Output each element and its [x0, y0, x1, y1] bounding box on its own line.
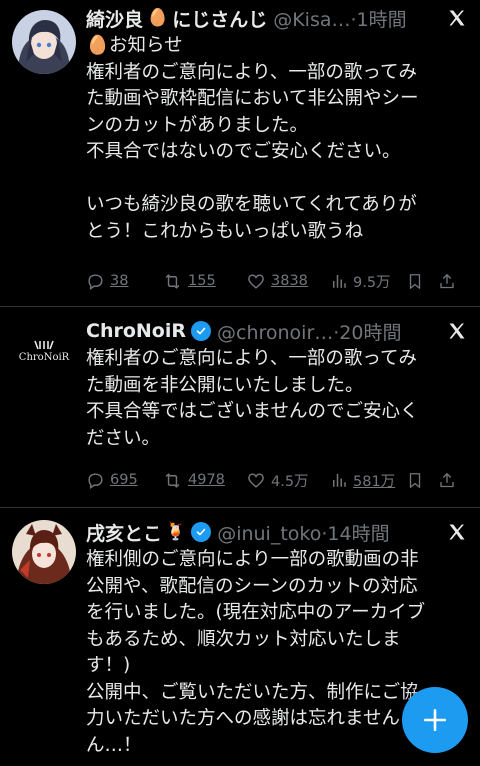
- bookmark-button[interactable]: [406, 471, 438, 490]
- share-button[interactable]: [438, 471, 466, 490]
- tweet-text: 🥚お知らせ 権利者のご意向により、一部の歌ってみ た動画や歌枠配信において非公開…: [86, 33, 472, 245]
- avatar-inui-toko-image: [12, 520, 76, 584]
- avatar-chronoir[interactable]: ChroNoiR: [12, 319, 76, 383]
- x-logo-icon[interactable]: [442, 2, 472, 34]
- like-button[interactable]: 3838: [246, 272, 330, 291]
- x-logo-icon[interactable]: [442, 315, 472, 347]
- tweet-line: を行いました。(現在対応中のアーカイブ: [86, 602, 426, 623]
- views-count: 9.5万: [353, 274, 391, 291]
- share-icon: [440, 472, 454, 487]
- heart-icon: [248, 273, 264, 289]
- tweet-line: た動画を非公開にいたしました。: [86, 374, 364, 396]
- tweet-line: もあるため、順次カット対応いたしま: [86, 628, 401, 650]
- views-button[interactable]: 9.5万: [330, 271, 406, 292]
- avatar-inui-toko[interactable]: [12, 520, 76, 584]
- tweet-line: 不具合等ではございませんのでご安心く: [86, 401, 419, 422]
- tweet-line: 権利者のご意向により、一部の歌ってみ: [86, 61, 417, 83]
- compose-button[interactable]: [402, 687, 468, 753]
- like-count: 3838: [271, 273, 308, 289]
- tweet-chronoir[interactable]: ChroNoiR ChroNoiR @chronoir…·20時間 権利者のご意…: [0, 307, 480, 507]
- retweet-button[interactable]: 4978: [162, 471, 246, 490]
- x-logo-icon[interactable]: [442, 516, 472, 548]
- reply-icon: [88, 273, 103, 290]
- display-name[interactable]: ChroNoiR: [86, 320, 186, 342]
- tweet-text: 権利者のご意向により、一部の歌ってみ た動画を非公開にいたしました。 不具合等で…: [86, 346, 472, 452]
- reply-button[interactable]: 695: [86, 471, 162, 490]
- tweet-line: 🥚お知らせ: [86, 35, 183, 56]
- retweet-count: 155: [188, 273, 216, 289]
- retweet-button[interactable]: 155: [162, 272, 246, 291]
- views-chart-icon: [333, 275, 346, 288]
- tweet-line: す！): [86, 655, 131, 676]
- heart-icon: [248, 472, 264, 488]
- like-button[interactable]: 4.5万: [246, 470, 330, 491]
- egg-emoji: 🥚: [147, 8, 169, 28]
- reply-count: 38: [110, 273, 129, 289]
- retweet-count: 4978: [188, 472, 225, 488]
- tweet-line: た動画や歌枠配信において非公開やシー: [86, 88, 419, 109]
- action-bar: 38 155 3838 9.5万: [86, 266, 472, 296]
- retweet-icon: [165, 273, 180, 289]
- views-count: 581万: [353, 473, 396, 490]
- bookmark-icon: [409, 273, 421, 289]
- plus-icon: [423, 708, 447, 732]
- reply-icon: [88, 472, 103, 489]
- tweet-line: いつも綺沙良の歌を聴いてくれてありが: [86, 194, 417, 215]
- verified-badge-icon: [191, 522, 212, 542]
- handle-time[interactable]: @inui_toko·14時間: [217, 519, 389, 546]
- retweet-icon: [165, 472, 180, 488]
- reply-button[interactable]: 38: [86, 272, 162, 291]
- tweet-kisara[interactable]: 綺沙良 🥚 にじさんじ @Kisa…·1時間 🥚お知らせ 権利者のご意向により、…: [0, 0, 480, 306]
- tweet-line: とう！これからもいっぱい歌うね: [86, 220, 364, 242]
- avatar-kisara-image: [12, 10, 76, 74]
- avatar-text: ChroNoiR: [18, 351, 70, 363]
- views-button[interactable]: 581万: [330, 470, 406, 491]
- display-name[interactable]: 戌亥とこ: [86, 519, 162, 546]
- handle-time[interactable]: @Kisa…·1時間: [273, 5, 406, 32]
- cocktail-emoji: 🍹: [165, 522, 187, 542]
- tweet-line: 権利者のご意向により、一部の歌ってみ: [86, 348, 417, 369]
- bookmark-button[interactable]: [406, 272, 438, 291]
- like-count: 4.5万: [271, 473, 309, 490]
- share-icon: [440, 273, 454, 288]
- tweet-line-empty: [86, 166, 472, 193]
- chronoir-logo-icon: [34, 340, 54, 349]
- tweet-line: ださい。: [86, 427, 161, 449]
- display-name[interactable]: 綺沙良: [86, 5, 143, 32]
- display-name-suffix[interactable]: にじさんじ: [172, 5, 267, 32]
- tweet-line: 権利側のご意向により一部の歌動画の非: [86, 549, 419, 570]
- bookmark-icon: [409, 472, 421, 488]
- tweet-line: 不具合ではないのでご安心ください。: [86, 141, 401, 162]
- verified-badge-icon: [191, 321, 211, 341]
- share-button[interactable]: [438, 272, 466, 291]
- reply-count: 695: [110, 472, 138, 488]
- handle-time[interactable]: @chronoir…·20時間: [217, 318, 401, 345]
- action-bar: 695 4978 4.5万 581万: [86, 465, 472, 495]
- avatar-kisara[interactable]: [12, 10, 76, 74]
- views-chart-icon: [333, 474, 346, 487]
- tweet-line: ンのカットがありました。: [86, 114, 309, 136]
- tweet-line: 公開や、歌配信のシーンのカットの対応: [86, 575, 418, 597]
